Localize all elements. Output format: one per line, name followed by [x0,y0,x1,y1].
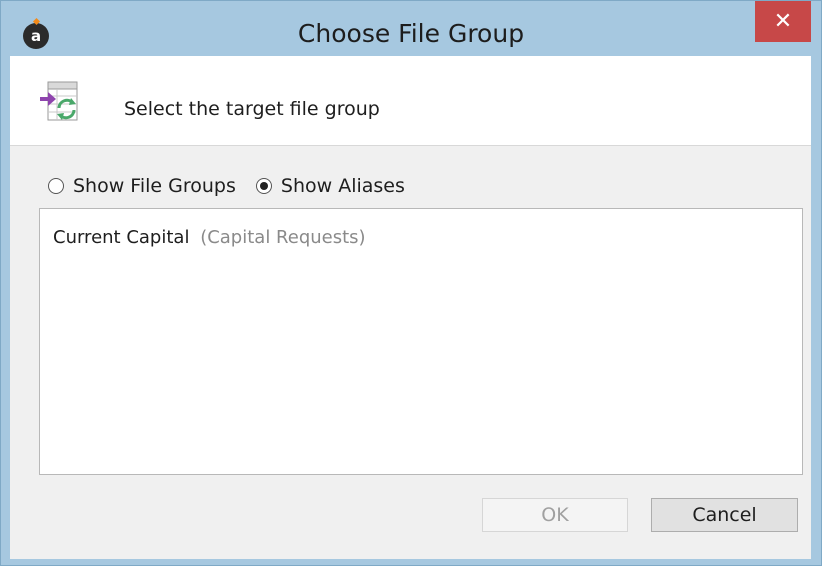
close-button[interactable]: ✕ [755,1,811,42]
show-file-groups-radio-button[interactable] [48,178,64,194]
file-group-sync-icon [40,81,78,121]
window-title: Choose File Group [297,19,525,48]
show-aliases-radio[interactable]: Show Aliases [255,175,405,197]
show-aliases-radio-button[interactable] [255,178,272,194]
show-aliases-label: Show Aliases [280,175,405,197]
show-file-groups-radio[interactable]: Show File Groups [48,175,236,197]
close-icon: ✕ [773,9,793,34]
view-mode-options: Show File Groups Show Aliases [48,173,425,199]
instruction-text: Select the target file group [124,98,380,120]
choose-file-group-dialog: a Choose File Group ✕ Select the target … [0,0,822,566]
show-file-groups-label: Show File Groups [73,175,236,197]
file-group-detail: (Capital Requests) [200,227,366,248]
file-group-list[interactable]: Current Capital (Capital Requests) [39,208,803,475]
dialog-body: Select the target file group Show File G… [10,56,811,559]
cancel-button[interactable]: Cancel [651,498,798,532]
file-group-name: Current Capital [53,227,190,248]
list-item[interactable]: Current Capital (Capital Requests) [53,227,366,248]
ok-button[interactable]: OK [482,498,628,532]
instruction-header: Select the target file group [10,56,811,146]
